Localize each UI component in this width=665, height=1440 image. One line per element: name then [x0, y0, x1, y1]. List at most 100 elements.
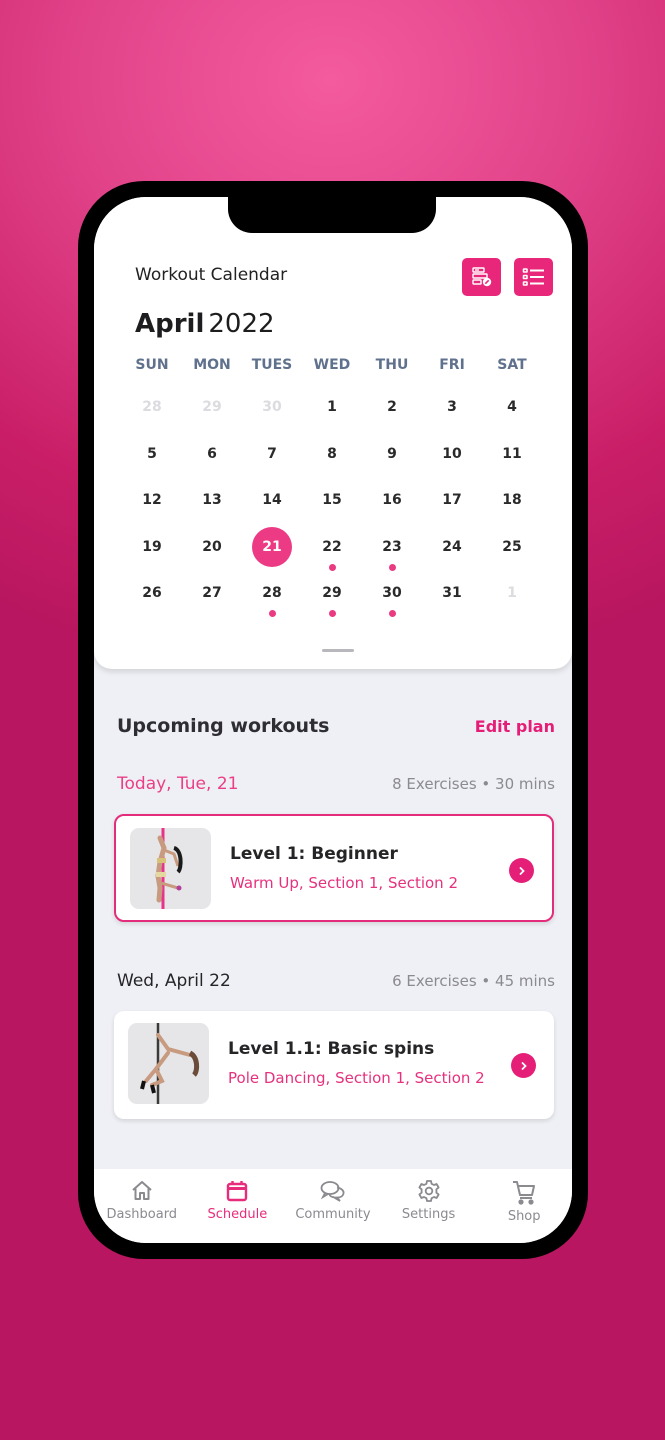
tab-shop[interactable]: Shop: [476, 1169, 572, 1243]
workout-card[interactable]: Level 1.1: Basic spins Pole Dancing, Sec…: [114, 1011, 554, 1119]
calendar-day[interactable]: 12: [122, 480, 182, 520]
calendar-day[interactable]: 5: [122, 434, 182, 474]
app-screen: Workout Calendar April 2022 SUN MON TUES…: [94, 197, 572, 1243]
workout-scheduled-dot: [328, 564, 336, 571]
calendar-day[interactable]: 31: [422, 573, 482, 613]
calendar-day[interactable]: 2: [362, 387, 422, 427]
day-number: 30: [382, 585, 402, 601]
calendar-day[interactable]: 10: [422, 434, 482, 474]
home-icon: [132, 1181, 152, 1200]
day-number: 27: [202, 585, 222, 601]
day-number: 23: [382, 539, 402, 555]
calendar-day[interactable]: 22: [302, 527, 362, 571]
year-label: 2022: [208, 309, 275, 339]
day-number: 22: [322, 539, 342, 555]
day-number: 25: [502, 539, 522, 555]
upcoming-title: Upcoming workouts: [117, 715, 330, 737]
pole-dancer-image-icon: [140, 1023, 200, 1104]
weekday-label: THU: [375, 357, 409, 373]
calendar-day[interactable]: 19: [122, 527, 182, 567]
tab-schedule[interactable]: Schedule: [190, 1169, 286, 1243]
day-group-header: Wed, April 22 6 Exercises • 45 mins: [117, 971, 555, 991]
tab-label: Community: [295, 1207, 371, 1222]
day-number: 13: [202, 492, 222, 508]
calendar-day[interactable]: 9: [362, 434, 422, 474]
upcoming-header: Upcoming workouts Edit plan: [117, 715, 555, 737]
calendar-day[interactable]: 13: [182, 480, 242, 520]
day-number: 12: [142, 492, 162, 508]
calendar-day[interactable]: 20: [182, 527, 242, 567]
day-label: Today, Tue, 21: [117, 774, 239, 794]
open-workout-button[interactable]: [509, 858, 534, 883]
calendar-day[interactable]: 29: [302, 573, 362, 617]
workout-scheduled-dot: [328, 610, 336, 617]
calendar-day[interactable]: 23: [362, 527, 422, 571]
workout-scheduled-dot: [268, 610, 276, 617]
workout-title: Level 1: Beginner: [230, 844, 398, 864]
tab-community[interactable]: Community: [285, 1169, 381, 1243]
day-number: 28: [142, 399, 162, 415]
edit-schedule-icon: [471, 267, 491, 287]
calendar-day[interactable]: 24: [422, 527, 482, 567]
tab-settings[interactable]: Settings: [381, 1169, 477, 1243]
weekday-label: WED: [313, 357, 351, 373]
calendar-day[interactable]: 3: [422, 387, 482, 427]
tab-label: Shop: [507, 1209, 541, 1224]
calendar-week-row: 28 29 30 1 2 3 4: [122, 387, 542, 427]
calendar-day[interactable]: 30: [242, 387, 302, 427]
list-view-icon: [522, 268, 544, 286]
calendar-day[interactable]: 28: [242, 573, 302, 617]
calendar-week-row: 26 27 28 29 30 31 1: [122, 573, 542, 617]
day-number: 19: [142, 539, 162, 555]
calendar-day[interactable]: 29: [182, 387, 242, 427]
weekday-label: FRI: [439, 357, 465, 373]
calendar-week-row: 12 13 14 15 16 17 18: [122, 480, 542, 520]
calendar-day[interactable]: 27: [182, 573, 242, 613]
day-number: 2: [387, 399, 397, 415]
calendar-week-row: 19 20 21 22 23 24 25: [122, 527, 542, 571]
calendar-day[interactable]: 25: [482, 527, 542, 567]
day-number: 30: [262, 399, 282, 415]
workout-card[interactable]: Level 1: Beginner Warm Up, Section 1, Se…: [114, 814, 554, 922]
calendar-icon: [227, 1181, 248, 1202]
day-number: 20: [202, 539, 222, 555]
calendar-title: Workout Calendar: [135, 265, 288, 285]
calendar-day[interactable]: 1: [302, 387, 362, 427]
gear-icon: [418, 1180, 440, 1202]
calendar-day-selected[interactable]: 21: [242, 527, 302, 567]
workout-title: Level 1.1: Basic spins: [228, 1039, 435, 1059]
calendar-day[interactable]: 30: [362, 573, 422, 617]
workout-thumbnail: [130, 828, 211, 909]
workout-scheduled-dot: [388, 564, 396, 571]
calendar-day[interactable]: 28: [122, 387, 182, 427]
weekday-label: SAT: [497, 357, 527, 373]
list-view-button[interactable]: [514, 258, 553, 296]
tab-label: Schedule: [207, 1207, 268, 1222]
calendar-day[interactable]: 15: [302, 480, 362, 520]
drag-handle[interactable]: [322, 649, 354, 652]
calendar-day[interactable]: 14: [242, 480, 302, 520]
tab-dashboard[interactable]: Dashboard: [94, 1169, 190, 1243]
edit-schedule-button[interactable]: [462, 258, 501, 296]
calendar-week-row: 5 6 7 8 9 10 11: [122, 434, 542, 474]
day-meta: 8 Exercises • 30 mins: [392, 775, 555, 793]
calendar-day[interactable]: 26: [122, 573, 182, 613]
calendar-day[interactable]: 7: [242, 434, 302, 474]
calendar-day[interactable]: 11: [482, 434, 542, 474]
day-number: 21: [252, 527, 292, 567]
tab-label: Dashboard: [106, 1207, 178, 1222]
calendar-day[interactable]: 17: [422, 480, 482, 520]
day-number: 11: [502, 446, 522, 462]
calendar-day[interactable]: 16: [362, 480, 422, 520]
workout-sections: Pole Dancing, Section 1, Section 2: [228, 1069, 485, 1087]
day-number: 28: [262, 585, 282, 601]
calendar-day[interactable]: 4: [482, 387, 542, 427]
calendar-day[interactable]: 18: [482, 480, 542, 520]
calendar-day[interactable]: 1: [482, 573, 542, 613]
day-number: 3: [447, 399, 457, 415]
day-number: 31: [442, 585, 462, 601]
calendar-day[interactable]: 6: [182, 434, 242, 474]
calendar-day[interactable]: 8: [302, 434, 362, 474]
edit-plan-link[interactable]: Edit plan: [475, 717, 555, 736]
open-workout-button[interactable]: [511, 1053, 536, 1078]
